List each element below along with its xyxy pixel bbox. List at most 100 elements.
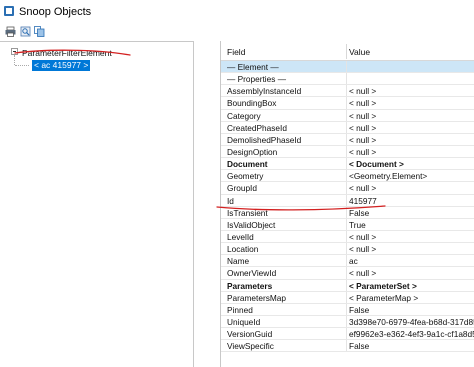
property-row[interactable]: ViewSpecific False bbox=[221, 340, 474, 353]
property-value: < null > bbox=[349, 122, 377, 133]
tree-node-selected[interactable]: < ac 415977 > bbox=[32, 60, 91, 71]
column-divider bbox=[346, 255, 347, 267]
property-value: 3d398e70-6979-4fea-b68d-317d85 bbox=[349, 316, 474, 327]
property-value: < null > bbox=[349, 183, 377, 194]
property-value: < ParameterMap > bbox=[349, 292, 419, 303]
property-value: < null > bbox=[349, 86, 377, 97]
column-divider bbox=[346, 97, 347, 109]
column-header-value[interactable]: Value bbox=[349, 47, 370, 57]
property-row[interactable]: BoundingBox < null > bbox=[221, 97, 474, 110]
property-row[interactable]: DesignOption < null > bbox=[221, 145, 474, 159]
property-row[interactable]: Name ac bbox=[221, 255, 474, 268]
property-row[interactable]: IsValidObject True bbox=[221, 218, 474, 231]
column-divider bbox=[346, 328, 347, 340]
tree-node-root[interactable]: ParameterFilterElement bbox=[22, 48, 112, 58]
property-field: Parameters bbox=[227, 280, 273, 291]
property-field: DesignOption bbox=[227, 146, 278, 157]
property-row[interactable]: DemolishedPhaseId < null > bbox=[221, 133, 474, 146]
property-value: False bbox=[349, 207, 370, 218]
toolbar bbox=[0, 24, 474, 41]
column-divider bbox=[346, 291, 347, 303]
tree-connector bbox=[15, 65, 29, 67]
property-field: Name bbox=[227, 256, 250, 267]
property-value: < null > bbox=[349, 98, 377, 109]
property-field: ViewSpecific bbox=[227, 341, 274, 352]
app-icon bbox=[4, 6, 14, 16]
property-value: <Geometry.Element> bbox=[349, 171, 428, 182]
column-divider bbox=[346, 182, 347, 194]
property-value: False bbox=[349, 341, 370, 352]
object-tree[interactable]: ParameterFilterElement < ac 415977 > bbox=[0, 41, 194, 367]
property-value: True bbox=[349, 219, 366, 230]
property-field: Id bbox=[227, 195, 234, 206]
property-row[interactable]: — Properties — bbox=[221, 73, 474, 86]
property-field: CreatedPhaseId bbox=[227, 122, 287, 133]
property-field: Location bbox=[227, 244, 259, 255]
property-row[interactable]: LevelId < null > bbox=[221, 230, 474, 244]
collapse-toggle[interactable] bbox=[11, 48, 18, 55]
column-divider bbox=[346, 121, 347, 133]
property-field: OwnerViewId bbox=[227, 268, 277, 279]
grid-header: Field Value bbox=[221, 41, 474, 61]
property-field: BoundingBox bbox=[227, 98, 277, 109]
grid-rows: — Element — — Properties — AssemblyInstanc… bbox=[221, 61, 474, 353]
property-field: — Properties — bbox=[227, 74, 287, 85]
property-row[interactable]: UniqueId 3d398e70-6979-4fea-b68d-317d85 bbox=[221, 315, 474, 329]
window-title: Snoop Objects bbox=[19, 6, 92, 18]
property-value: 415977 bbox=[349, 195, 377, 206]
property-field: IsTransient bbox=[227, 207, 268, 218]
column-divider[interactable] bbox=[346, 44, 347, 59]
property-field: ParametersMap bbox=[227, 292, 287, 303]
property-row[interactable]: Pinned False bbox=[221, 303, 474, 316]
property-value: < null > bbox=[349, 134, 377, 145]
property-field: AssemblyInstanceId bbox=[227, 86, 302, 97]
property-value: ef9962e3-e362-4ef3-9a1c-cf1a8d5 bbox=[349, 329, 474, 340]
column-divider bbox=[346, 267, 347, 279]
property-field: LevelId bbox=[227, 231, 254, 242]
property-row[interactable]: ParametersMap < ParameterMap > bbox=[221, 291, 474, 304]
column-divider bbox=[346, 303, 347, 315]
property-field: Category bbox=[227, 110, 261, 121]
column-divider bbox=[346, 158, 347, 170]
window-titlebar: Snoop Objects bbox=[0, 0, 474, 24]
column-divider bbox=[346, 230, 347, 243]
column-divider bbox=[346, 145, 347, 158]
property-row[interactable]: VersionGuid ef9962e3-e362-4ef3-9a1c-cf1a8… bbox=[221, 328, 474, 341]
property-field: Document bbox=[227, 159, 268, 170]
property-field: UniqueId bbox=[227, 316, 261, 327]
print-icon[interactable] bbox=[5, 26, 16, 37]
property-row[interactable]: Location < null > bbox=[221, 243, 474, 256]
column-divider bbox=[346, 133, 347, 145]
property-row[interactable]: — Element — bbox=[221, 61, 474, 74]
property-value: ac bbox=[349, 256, 358, 267]
property-row[interactable]: OwnerViewId < null > bbox=[221, 267, 474, 280]
property-grid[interactable]: Field Value — Element — — Properties — Ass… bbox=[220, 41, 474, 367]
column-divider bbox=[346, 218, 347, 230]
property-row[interactable]: Geometry <Geometry.Element> bbox=[221, 170, 474, 183]
property-row[interactable]: CreatedPhaseId < null > bbox=[221, 121, 474, 134]
property-value: False bbox=[349, 304, 370, 315]
property-value: < null > bbox=[349, 231, 377, 242]
property-field: — Element — bbox=[227, 62, 279, 72]
property-value: < null > bbox=[349, 146, 377, 157]
property-row[interactable]: IsTransient False bbox=[221, 206, 474, 219]
property-field: Pinned bbox=[227, 304, 253, 315]
property-field: GroupId bbox=[227, 183, 257, 194]
copy-icon[interactable] bbox=[34, 26, 45, 37]
property-row[interactable]: Document < Document > bbox=[221, 158, 474, 171]
property-row[interactable]: GroupId < null > bbox=[221, 182, 474, 195]
property-value: < Document > bbox=[349, 159, 404, 170]
column-divider bbox=[346, 243, 347, 255]
property-value: < ParameterSet > bbox=[349, 280, 417, 291]
property-value: < null > bbox=[349, 268, 377, 279]
property-row[interactable]: Parameters < ParameterSet > bbox=[221, 279, 474, 292]
property-row[interactable]: Id 415977 bbox=[221, 194, 474, 207]
property-row[interactable]: Category < null > bbox=[221, 109, 474, 122]
property-row[interactable]: AssemblyInstanceId < null > bbox=[221, 85, 474, 98]
print-preview-icon[interactable] bbox=[20, 26, 31, 37]
column-header-field[interactable]: Field bbox=[227, 47, 245, 57]
column-divider bbox=[346, 206, 347, 218]
property-field: VersionGuid bbox=[227, 329, 273, 340]
column-divider bbox=[346, 279, 347, 291]
column-divider bbox=[346, 85, 347, 97]
